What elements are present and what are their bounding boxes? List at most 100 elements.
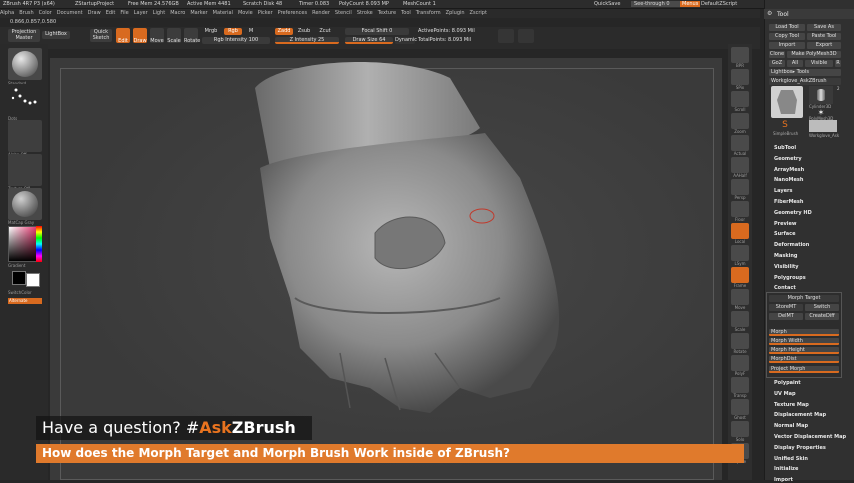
section-layers[interactable]: Layers — [774, 188, 793, 194]
menu-stroke[interactable]: Stroke — [357, 9, 373, 18]
delmt-button[interactable]: DelMT — [769, 313, 803, 320]
local-button[interactable] — [731, 223, 749, 239]
scale-button[interactable]: Scale — [167, 28, 181, 44]
menu-document[interactable]: Document — [57, 9, 83, 18]
zcut-button[interactable]: Zcut — [316, 28, 334, 35]
dynamic-button[interactable]: Dynamic — [395, 37, 417, 44]
section-texture-map[interactable]: Texture Map — [774, 402, 809, 408]
section-display-properties[interactable]: Display Properties — [774, 445, 826, 451]
menu-light[interactable]: Light — [153, 9, 165, 18]
mrgb-button[interactable]: Mrgb — [202, 28, 220, 35]
r-button[interactable]: R — [835, 60, 841, 67]
transp-button[interactable] — [731, 377, 749, 393]
main-color-swatch[interactable] — [12, 271, 26, 285]
lsym-button[interactable] — [731, 245, 749, 261]
projection-master-button[interactable]: Projection Master — [8, 29, 40, 42]
section-contact[interactable]: Contact — [774, 285, 796, 291]
save-as-button[interactable]: Save As — [807, 24, 841, 31]
switch-color-label[interactable]: SwitchColor — [8, 290, 32, 295]
section-visibility[interactable]: Visibility — [774, 264, 799, 270]
section-geometry[interactable]: Geometry — [774, 156, 802, 162]
morph-slider[interactable]: Morph — [769, 329, 839, 336]
simplebrush-icon[interactable]: S — [773, 120, 797, 130]
menu-edit[interactable]: Edit — [106, 9, 116, 18]
bpr-button[interactable] — [731, 47, 749, 63]
move-button[interactable] — [731, 289, 749, 305]
morph-height-slider[interactable]: Morph Height — [769, 347, 839, 354]
polymesh3d-star-icon[interactable]: ✶ — [809, 108, 833, 117]
menu-transform[interactable]: Transform — [416, 9, 441, 18]
menu-draw[interactable]: Draw — [88, 9, 101, 18]
rgb-intensity-slider[interactable]: Rgb Intensity 100 — [202, 37, 270, 44]
menu-zplugin[interactable]: Zplugin — [446, 9, 465, 18]
menu-preferences[interactable]: Preferences — [278, 9, 307, 18]
brush-thumbnail[interactable] — [8, 48, 42, 80]
section-initialize[interactable]: Initialize — [774, 466, 798, 472]
aahalf-button[interactable] — [731, 157, 749, 173]
workglove-model[interactable] — [200, 58, 600, 418]
gradient-label[interactable]: Gradient — [8, 263, 25, 268]
section-uv-map[interactable]: UV Map — [774, 391, 796, 397]
section-masking[interactable]: Masking — [774, 253, 798, 259]
menu-texture[interactable]: Texture — [378, 9, 396, 18]
section-import[interactable]: Import — [774, 477, 793, 483]
section-subtool[interactable]: SubTool — [774, 145, 796, 151]
z-intensity-slider[interactable]: Z Intensity 25 — [275, 37, 339, 44]
cylinder3d-thumbnail[interactable] — [809, 86, 833, 104]
goz-button[interactable]: GoZ — [769, 60, 785, 67]
clone-button[interactable]: Clone — [769, 51, 785, 58]
stroke-thumbnail[interactable] — [8, 84, 42, 116]
zoom-button[interactable] — [731, 113, 749, 129]
current-tool-thumbnail[interactable] — [771, 86, 803, 118]
tool-palette-header[interactable]: ⚙ Tool — [764, 9, 854, 19]
rotate-button[interactable]: Rotate — [184, 28, 200, 44]
all-button[interactable]: All — [787, 60, 803, 67]
texture-thumbnail[interactable] — [8, 154, 42, 186]
load-tool-button[interactable]: Load Tool — [769, 24, 805, 31]
section-polygroups[interactable]: Polygroups — [774, 275, 806, 281]
workglove-thumbnail[interactable] — [809, 120, 837, 132]
focal-shift-slider[interactable]: Focal Shift 0 — [345, 28, 409, 35]
menu-tool[interactable]: Tool — [401, 9, 411, 18]
section-unified-skin[interactable]: Unified Skin — [774, 456, 808, 462]
section-vector-displacement-map[interactable]: Vector Displacement Map — [774, 434, 846, 440]
section-deformation[interactable]: Deformation — [774, 242, 809, 248]
import-button[interactable]: Import — [769, 42, 805, 49]
menu-layer[interactable]: Layer — [134, 9, 148, 18]
menu-file[interactable]: File — [120, 9, 128, 18]
section-surface[interactable]: Surface — [774, 231, 796, 237]
ghost-button[interactable] — [731, 399, 749, 415]
menu-movie[interactable]: Movie — [238, 9, 253, 18]
alternate-button[interactable]: Alternate — [8, 298, 42, 304]
draw-size-slider[interactable]: Draw Size 64 — [345, 37, 393, 44]
section-displacement-map[interactable]: Displacement Map — [774, 412, 826, 418]
m-button[interactable]: M — [245, 28, 257, 35]
edit-button[interactable]: Edit — [116, 28, 130, 44]
menu-picker[interactable]: Picker — [258, 9, 273, 18]
menus-button[interactable]: Menus — [680, 1, 701, 7]
material-thumbnail[interactable] — [8, 188, 42, 220]
secondary-color-swatch[interactable] — [26, 273, 40, 287]
alpha-thumbnail[interactable] — [8, 120, 42, 152]
draw-button[interactable]: Draw — [133, 28, 147, 44]
morph-target-title[interactable]: Morph Target — [769, 295, 839, 302]
see-through-slider[interactable]: See-through 0 — [631, 1, 684, 7]
move-button[interactable]: Move — [150, 28, 164, 44]
section-normal-map[interactable]: Normal Map — [774, 423, 808, 429]
spix-button[interactable] — [731, 69, 749, 85]
morphdist-slider[interactable]: MorphDist — [769, 356, 839, 363]
zsub-button[interactable]: Zsub — [295, 28, 313, 35]
menu-alpha[interactable]: Alpha — [0, 9, 14, 18]
export-button[interactable]: Export — [807, 42, 841, 49]
menu-macro[interactable]: Macro — [170, 9, 185, 18]
switch-button[interactable]: Switch — [805, 304, 839, 311]
persp-button[interactable] — [731, 179, 749, 195]
section-polypaint[interactable]: Polypaint — [774, 380, 801, 386]
current-tool-name[interactable]: Workglove_AskZBrush — [769, 78, 841, 85]
menu-marker[interactable]: Marker — [190, 9, 207, 18]
visible-button[interactable]: Visible — [805, 60, 833, 67]
solo-button[interactable] — [731, 421, 749, 437]
menu-color[interactable]: Color — [39, 9, 52, 18]
paste-tool-button[interactable]: Paste Tool — [807, 33, 841, 40]
menu-zscript[interactable]: Zscript — [470, 9, 487, 18]
